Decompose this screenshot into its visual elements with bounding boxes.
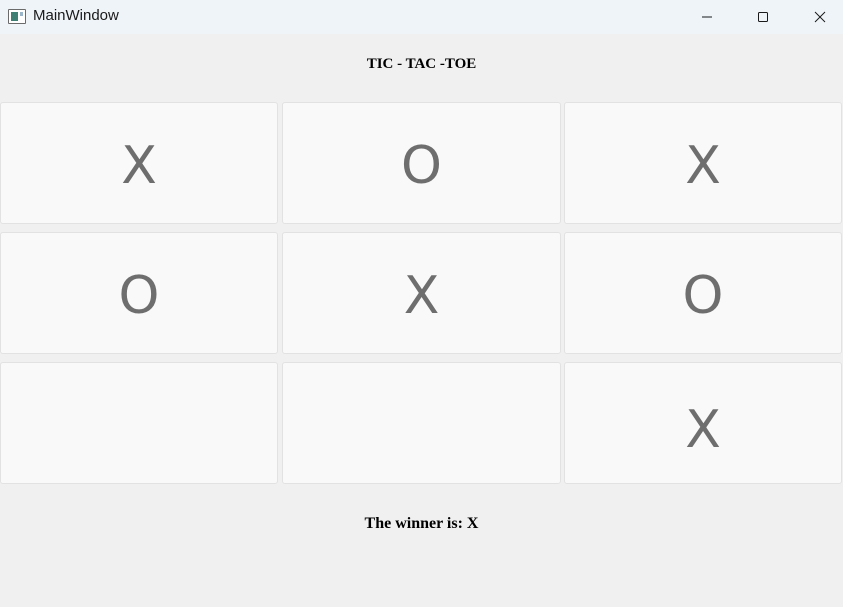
cell-mark: X <box>685 400 721 460</box>
minimize-icon <box>702 16 712 18</box>
close-icon <box>814 11 826 23</box>
winner-label: The winner is: X <box>364 515 479 532</box>
minimize-button[interactable] <box>684 0 730 34</box>
app-window-icon <box>8 9 26 24</box>
board-cell-0-2[interactable]: X <box>564 102 842 224</box>
cell-mark: O <box>682 266 724 326</box>
board-cell-1-0[interactable]: O <box>0 232 278 354</box>
board-cell-2-2[interactable]: X <box>564 362 842 484</box>
maximize-icon <box>758 12 768 22</box>
board-cell-0-1[interactable]: O <box>282 102 561 224</box>
cell-mark: O <box>401 136 442 196</box>
board-cell-1-1[interactable]: X <box>282 232 561 354</box>
board-cell-1-2[interactable]: O <box>564 232 842 354</box>
cell-mark: X <box>121 136 157 196</box>
maximize-button[interactable] <box>740 0 786 34</box>
cell-mark: X <box>403 266 440 326</box>
title-bar[interactable]: MainWindow <box>0 0 843 34</box>
close-button[interactable] <box>797 0 843 34</box>
cell-mark: X <box>685 136 721 196</box>
board-cell-0-0[interactable]: X <box>0 102 278 224</box>
game-title: TIC - TAC -TOE <box>366 56 477 72</box>
main-window: MainWindow TIC - TAC -TOE X O X O X O X … <box>0 0 843 607</box>
board-cell-2-0[interactable] <box>0 362 278 484</box>
board-cell-2-1[interactable] <box>282 362 561 484</box>
cell-mark: O <box>118 266 160 326</box>
window-title: MainWindow <box>33 7 119 24</box>
